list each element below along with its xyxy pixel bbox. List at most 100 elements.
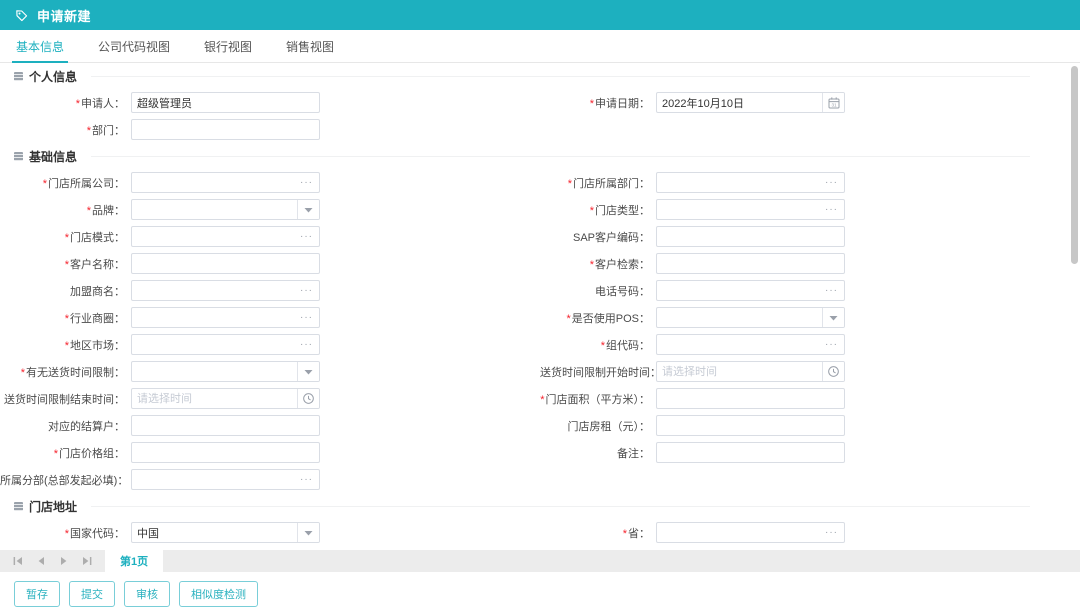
section-header-personal-info: 个人信息 <box>14 63 1030 89</box>
applicant-input[interactable] <box>131 92 320 113</box>
country-code-field[interactable] <box>132 523 297 542</box>
group-code-field[interactable] <box>657 335 823 354</box>
ellipsis-icon[interactable]: ··· <box>823 523 844 542</box>
store-mode-field[interactable] <box>132 227 298 246</box>
page-tab[interactable]: 第1页 <box>105 550 163 572</box>
store-department-input[interactable]: ··· <box>656 172 845 193</box>
label-colon: ： <box>639 178 650 190</box>
store-type-field[interactable] <box>657 200 823 219</box>
remarks-input[interactable] <box>656 442 845 463</box>
store-type-input[interactable]: ··· <box>656 199 845 220</box>
submit-button[interactable]: 提交 <box>69 581 115 607</box>
first-page-icon[interactable] <box>12 555 24 567</box>
delivery-limit-start-field[interactable] <box>657 362 822 381</box>
ellipsis-icon[interactable]: ··· <box>823 281 844 300</box>
ellipsis-icon[interactable]: ··· <box>298 281 319 300</box>
ellipsis-icon[interactable]: ··· <box>298 470 319 489</box>
label-colon: ： <box>114 232 125 244</box>
ellipsis-icon[interactable]: ··· <box>823 200 844 219</box>
store-department-field[interactable] <box>657 173 823 192</box>
franchisee-name-field[interactable] <box>132 281 298 300</box>
region-market-field[interactable] <box>132 335 298 354</box>
save-draft-button[interactable]: 暂存 <box>14 581 60 607</box>
clock-button[interactable] <box>297 389 319 408</box>
store-price-group-input[interactable] <box>131 442 320 463</box>
prev-page-icon[interactable] <box>35 555 47 567</box>
delivery-limit-start-input[interactable] <box>656 361 845 382</box>
province-field[interactable] <box>657 523 823 542</box>
department-input[interactable] <box>131 119 320 140</box>
sap-customer-code-label: SAP客户编码： <box>540 229 656 245</box>
vertical-scrollbar[interactable] <box>1071 66 1078 264</box>
phone-number-input[interactable]: ··· <box>656 280 845 301</box>
dropdown-button[interactable] <box>297 362 319 381</box>
province-input[interactable]: ··· <box>656 522 845 543</box>
remarks-field[interactable] <box>657 443 844 462</box>
store-rent-field[interactable] <box>657 416 844 435</box>
branch-input[interactable]: ··· <box>131 469 320 490</box>
tab-company-code-view[interactable]: 公司代码视图 <box>96 30 172 62</box>
store-price-group-field[interactable] <box>132 443 319 462</box>
branch-field[interactable] <box>132 470 298 489</box>
settlement-account-input[interactable] <box>131 415 320 436</box>
ellipsis-icon[interactable]: ··· <box>298 173 319 192</box>
ellipsis-icon[interactable]: ··· <box>298 227 319 246</box>
brand-field[interactable] <box>132 200 297 219</box>
delivery-limit-end-input[interactable] <box>131 388 320 409</box>
customer-name-field[interactable] <box>132 254 319 273</box>
delivery-time-limit-input[interactable] <box>131 361 320 382</box>
tab-sales-view[interactable]: 销售视图 <box>284 30 336 62</box>
tab-basic-info[interactable]: 基本信息 <box>14 30 66 62</box>
section-divider <box>91 76 1030 77</box>
group-code-input[interactable]: ··· <box>656 334 845 355</box>
department-field[interactable] <box>132 120 319 139</box>
last-page-icon[interactable] <box>81 555 93 567</box>
next-page-icon[interactable] <box>58 555 70 567</box>
ellipsis-icon[interactable]: ··· <box>823 335 844 354</box>
apply-date-field[interactable] <box>657 93 822 112</box>
required-marker: * <box>21 367 25 379</box>
settlement-account-field[interactable] <box>132 416 319 435</box>
sap-customer-code-field[interactable] <box>657 227 844 246</box>
customer-name-input[interactable] <box>131 253 320 274</box>
sap-customer-code-input[interactable] <box>656 226 845 247</box>
store-mode-label: *门店模式： <box>0 229 131 245</box>
review-button[interactable]: 审核 <box>124 581 170 607</box>
delivery-limit-end-field[interactable] <box>132 389 297 408</box>
similarity-check-button[interactable]: 相似度检测 <box>179 581 258 607</box>
store-company-input[interactable]: ··· <box>131 172 320 193</box>
industry-circle-field[interactable] <box>132 308 298 327</box>
label-colon: ： <box>114 528 125 540</box>
store-company-field[interactable] <box>132 173 298 192</box>
ellipsis-icon[interactable]: ··· <box>298 335 319 354</box>
use-pos-input[interactable] <box>656 307 845 328</box>
industry-circle-input[interactable]: ··· <box>131 307 320 328</box>
field-province: *省：··· <box>540 519 1080 546</box>
form-row: 加盟商名：···电话号码：··· <box>0 277 1080 304</box>
ellipsis-icon[interactable]: ··· <box>823 173 844 192</box>
apply-date-input[interactable]: 31 <box>656 92 845 113</box>
use-pos-field[interactable] <box>657 308 822 327</box>
dropdown-button[interactable] <box>297 200 319 219</box>
applicant-field[interactable] <box>132 93 319 112</box>
customer-search-input[interactable] <box>656 253 845 274</box>
tab-bank-view[interactable]: 银行视图 <box>202 30 254 62</box>
ellipsis-icon[interactable]: ··· <box>298 308 319 327</box>
store-rent-input[interactable] <box>656 415 845 436</box>
store-area-field[interactable] <box>657 389 844 408</box>
branch-label: 所属分部(总部发起必填)： <box>0 472 131 488</box>
dropdown-button[interactable] <box>297 523 319 542</box>
franchisee-name-input[interactable]: ··· <box>131 280 320 301</box>
pagination-bar: 第1页 <box>0 550 1080 572</box>
phone-number-field[interactable] <box>657 281 823 300</box>
delivery-time-limit-field[interactable] <box>132 362 297 381</box>
store-mode-input[interactable]: ··· <box>131 226 320 247</box>
dropdown-button[interactable] <box>822 308 844 327</box>
brand-input[interactable] <box>131 199 320 220</box>
country-code-input[interactable] <box>131 522 320 543</box>
region-market-input[interactable]: ··· <box>131 334 320 355</box>
calendar-button[interactable]: 31 <box>822 93 844 112</box>
clock-button[interactable] <box>822 362 844 381</box>
customer-search-field[interactable] <box>657 254 844 273</box>
store-area-input[interactable] <box>656 388 845 409</box>
